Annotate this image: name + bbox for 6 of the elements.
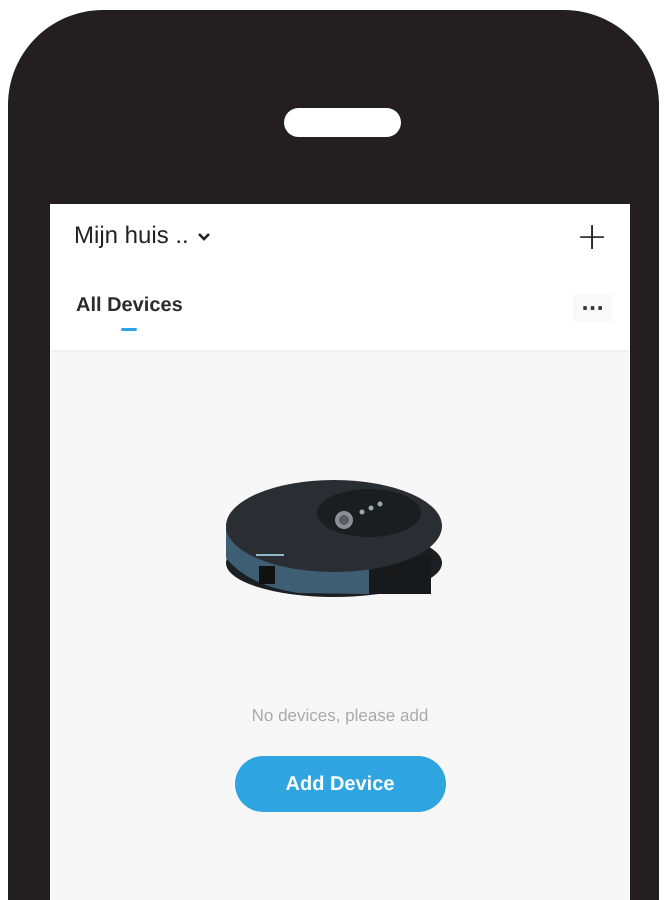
add-button[interactable]: + [572,217,612,255]
chevron-down-icon [196,232,211,242]
home-selector[interactable]: Mijn huis .. [74,222,211,250]
more-button[interactable]: ··· [573,294,612,322]
tab[interactable]: All Devices [74,288,185,330]
empty-message: No devices, please add [252,706,428,726]
